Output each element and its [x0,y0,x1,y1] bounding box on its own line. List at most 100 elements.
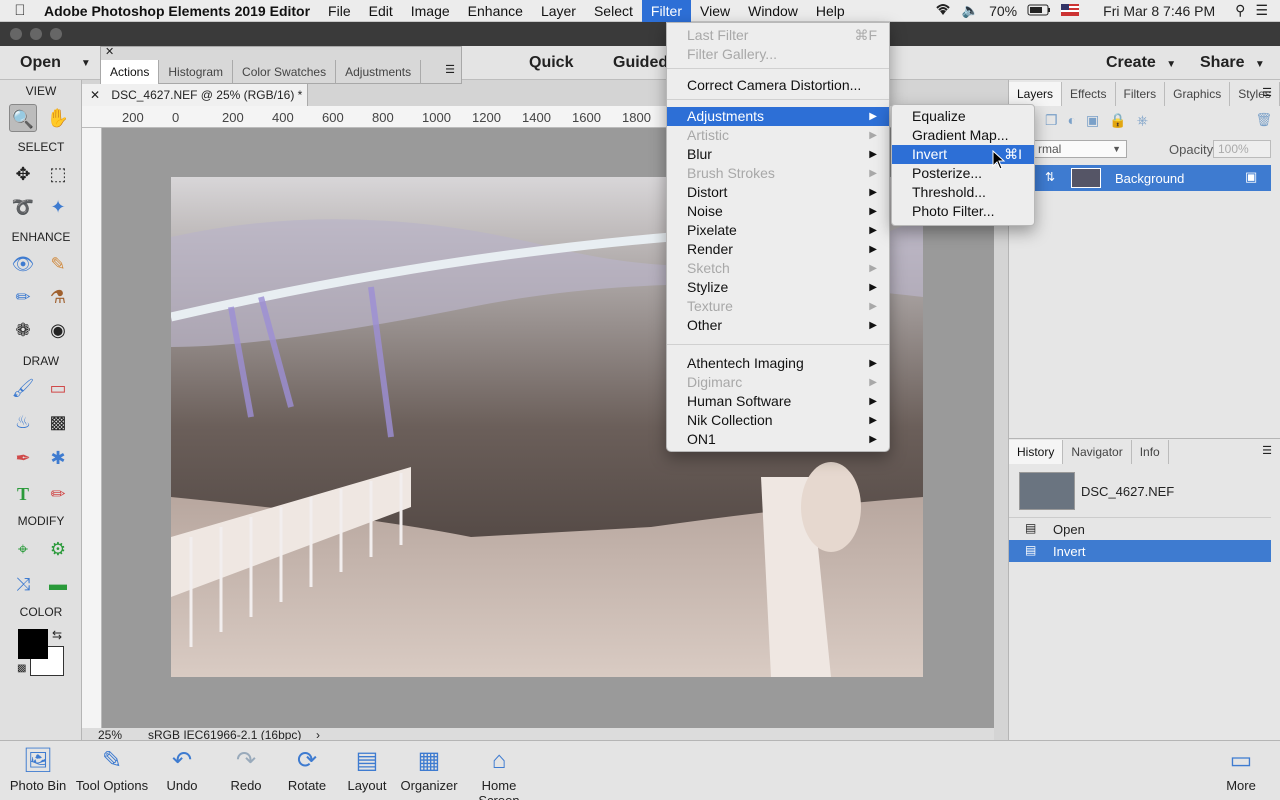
battery-icon[interactable] [1027,3,1051,19]
open-button[interactable]: Open ▼ [0,46,98,80]
menu-window[interactable]: Window [739,0,807,22]
app-name[interactable]: Adobe Photoshop Elements 2019 Editor [40,0,319,22]
red-eye-tool-icon[interactable]: 👁 [9,250,37,278]
tab-effects[interactable]: Effects [1062,82,1116,106]
tab-graphics[interactable]: Graphics [1165,82,1231,106]
tab-styles[interactable]: Styles [1230,82,1280,106]
menu-file[interactable]: File [319,0,360,22]
close-icon[interactable]: ✕ [105,45,114,58]
tool-options-button[interactable]: ✎ Tool Options [74,744,150,798]
menu-item-pixelate[interactable]: Pixelate ▶ [667,221,889,240]
menu-item-last-filter[interactable]: Last Filter ⌘F [667,26,889,45]
close-window-icon[interactable] [10,28,22,40]
clone-stamp-icon[interactable]: ⚗ [44,283,72,311]
tab-navigator[interactable]: Navigator [1063,440,1132,464]
menu-enhance[interactable]: Enhance [459,0,532,22]
snapshot-name[interactable]: DSC_4627.NEF [1081,484,1174,499]
redo-button[interactable]: ↷ Redo [224,744,268,798]
wifi-icon[interactable] [934,2,952,19]
layer-name[interactable]: Background [1115,171,1184,186]
recompose-tool-icon[interactable]: ⚙ [44,535,72,563]
history-state-open[interactable]: ▤ Open [1009,517,1271,539]
minimize-window-icon[interactable] [30,28,42,40]
menu-layer[interactable]: Layer [532,0,585,22]
default-colors-icon[interactable]: ▩ [17,663,26,674]
menu-item-threshold[interactable]: Threshold... [892,183,1034,202]
share-button[interactable]: Share ▼ [1200,46,1265,80]
menu-item-on1[interactable]: ON1 ▶ [667,430,889,449]
menu-item-human-software[interactable]: Human Software ▶ [667,392,889,411]
layer-lock-icon[interactable]: ▣ [1245,169,1257,185]
menu-item-adjustments[interactable]: Adjustments ▶ [667,107,889,126]
layer-row-background[interactable]: ⇅ Background ▣ [1009,165,1271,191]
menu-item-texture[interactable]: Texture ▶ [667,297,889,316]
tab-filters[interactable]: Filters [1116,82,1166,106]
marquee-tool-icon[interactable]: ⬚ [44,160,72,188]
list-icon[interactable]: ☰ [1255,2,1268,19]
history-state-invert[interactable]: ▤ Invert [1009,540,1271,562]
tab-adjustments[interactable]: Adjustments [336,60,422,84]
menu-item-stylize[interactable]: Stylize ▶ [667,278,889,297]
menu-item-posterize[interactable]: Posterize... [892,164,1034,183]
menu-item-filter-gallery[interactable]: Filter Gallery... [667,45,889,64]
menu-item-artistic[interactable]: Artistic ▶ [667,126,889,145]
hand-tool-icon[interactable]: ✋ [44,104,72,132]
menu-item-other[interactable]: Other ▶ [667,316,889,335]
opacity-field[interactable]: 100% [1213,140,1271,158]
menu-item-digimarc[interactable]: Digimarc ▶ [667,373,889,392]
clock[interactable]: Fri Mar 8 7:46 PM [1103,3,1215,19]
volume-icon[interactable]: 🔈 [962,2,979,19]
pencil-tool-icon[interactable]: ✏ [44,480,72,508]
zoom-window-icon[interactable] [50,28,62,40]
flag-icon[interactable] [1061,3,1080,19]
menu-item-athentech-imaging[interactable]: Athentech Imaging ▶ [667,354,889,373]
panel-menu-icon[interactable]: ☰ [1262,86,1272,99]
lock-icon[interactable]: 🔒 [1109,112,1126,129]
menu-item-equalize[interactable]: Equalize [892,107,1034,126]
magic-wand-icon[interactable]: ✦ [44,193,72,221]
menu-item-photo-filter[interactable]: Photo Filter... [892,202,1034,221]
menu-item-invert[interactable]: Invert ⌘I [892,145,1034,164]
document-tab[interactable]: ✕ DSC_4627.NEF @ 25% (RGB/16) * [82,84,308,106]
menu-edit[interactable]: Edit [360,0,402,22]
undo-button[interactable]: ↶ Undo [160,744,204,798]
crop-tool-icon[interactable]: ⌖ [9,535,37,563]
tab-actions[interactable]: Actions [101,60,160,84]
foreground-color-swatch[interactable] [18,629,48,659]
straighten-tool-icon[interactable]: ▬ [44,570,72,598]
menu-item-blur[interactable]: Blur ▶ [667,145,889,164]
new-layer-icon[interactable]: ❐ [1045,112,1058,129]
photo-bin-button[interactable]: 🖼 Photo Bin [8,744,68,798]
menu-item-distort[interactable]: Distort ▶ [667,183,889,202]
menu-view[interactable]: View [691,0,739,22]
swap-colors-icon[interactable]: ⇆ [52,628,62,642]
paint-bucket-icon[interactable]: ♨ [9,408,37,436]
menu-item-correct-camera-distortion[interactable]: Correct Camera Distortion... [667,76,889,95]
mode-guided[interactable]: Guided [613,46,668,80]
menu-item-render[interactable]: Render ▶ [667,240,889,259]
tab-histogram[interactable]: Histogram [159,60,234,84]
menu-help[interactable]: Help [807,0,854,22]
panel-menu-icon[interactable]: ☰ [1262,444,1272,457]
mode-quick[interactable]: Quick [529,46,573,80]
menu-item-sketch[interactable]: Sketch ▶ [667,259,889,278]
tab-info[interactable]: Info [1132,440,1169,464]
home-screen-button[interactable]: ⌂ Home Screen [460,744,538,800]
adjustment-layer-icon[interactable]: ◐ [1068,112,1076,129]
organizer-button[interactable]: ▦ Organizer [400,744,458,798]
menu-item-noise[interactable]: Noise ▶ [667,202,889,221]
layout-button[interactable]: ▤ Layout [344,744,390,798]
eraser-tool-icon[interactable]: ▭ [44,374,72,402]
more-button[interactable]: ▭ More [1218,744,1264,798]
tab-history[interactable]: History [1009,440,1064,464]
gradient-tool-icon[interactable]: ▩ [44,408,72,436]
content-aware-move-icon[interactable]: ⤨ [9,570,37,598]
move-tool-icon[interactable]: ✥ [9,160,37,188]
blur-tool-icon[interactable]: ❁ [9,316,37,344]
visibility-icon[interactable]: ⇅ [1045,170,1055,184]
eyedropper-icon[interactable]: ✒ [9,444,37,472]
rotate-button[interactable]: ⟳ Rotate [284,744,330,798]
menu-item-brush-strokes[interactable]: Brush Strokes ▶ [667,164,889,183]
trash-icon[interactable]: 🗑 [1255,112,1272,128]
create-button[interactable]: Create ▼ [1106,46,1176,80]
